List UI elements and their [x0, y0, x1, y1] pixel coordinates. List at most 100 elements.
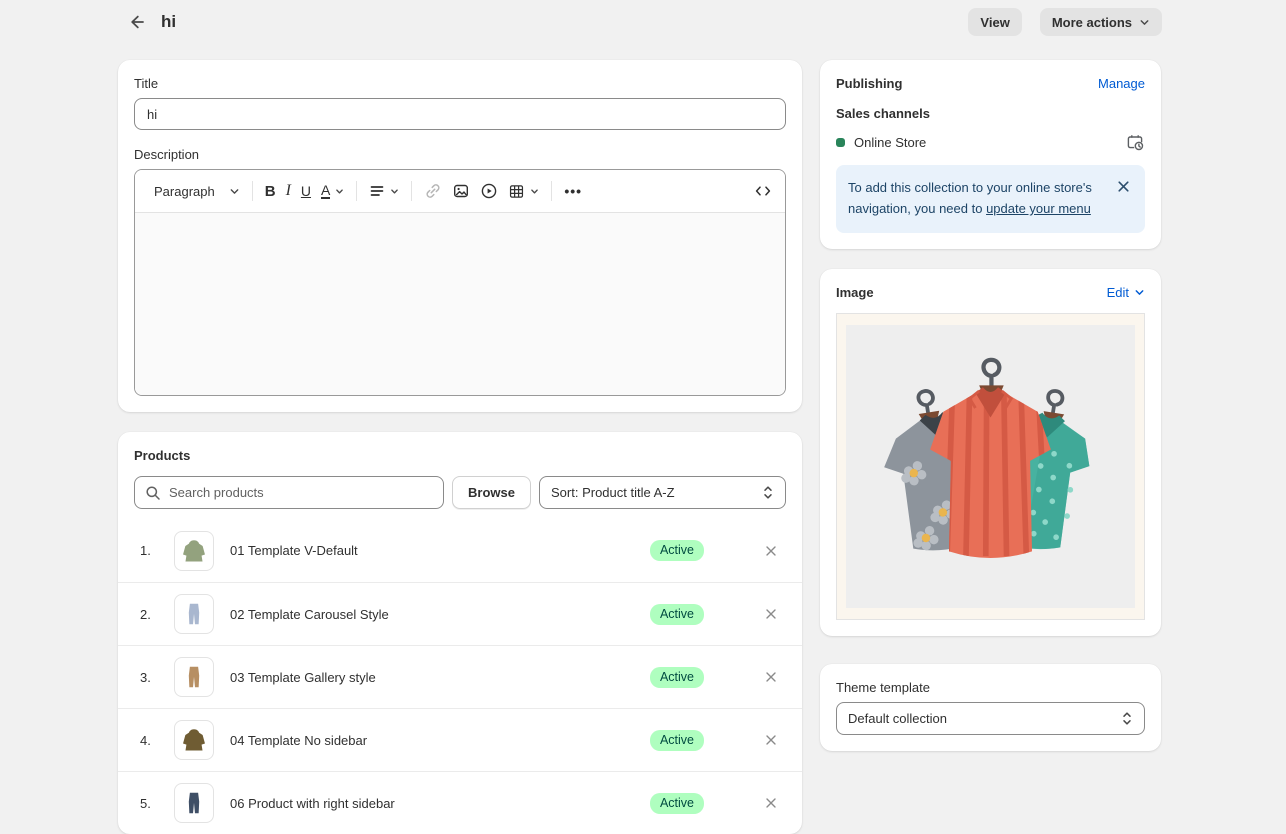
- jeans-icon: [181, 789, 207, 817]
- channel-row: Online Store: [836, 132, 1145, 152]
- link-icon: [424, 182, 442, 200]
- schedule-calendar-icon: [1125, 132, 1145, 152]
- status-badge: Active: [650, 730, 704, 751]
- channel-status-dot: [836, 138, 845, 147]
- publishing-title: Publishing: [836, 76, 902, 91]
- bold-button[interactable]: B: [260, 179, 281, 204]
- description-label: Description: [134, 147, 786, 162]
- remove-product-button[interactable]: [760, 603, 782, 625]
- view-button[interactable]: View: [968, 8, 1021, 36]
- search-icon: [145, 485, 161, 501]
- status-badge: Active: [650, 793, 704, 814]
- products-title: Products: [134, 448, 786, 463]
- remove-product-button[interactable]: [760, 792, 782, 814]
- remove-product-button[interactable]: [760, 666, 782, 688]
- product-thumbnail: [174, 657, 214, 697]
- sales-channels-label: Sales channels: [836, 106, 1145, 121]
- title-label: Title: [134, 76, 786, 91]
- chevron-down-icon: [229, 186, 240, 197]
- channel-name: Online Store: [854, 135, 926, 150]
- product-row: 2. 02 Template Carousel Style Active: [118, 582, 802, 645]
- more-actions-label: More actions: [1052, 15, 1132, 30]
- update-menu-link[interactable]: update your menu: [986, 201, 1091, 216]
- description-editor: Paragraph B I U A: [134, 169, 786, 396]
- edit-image-button[interactable]: Edit: [1107, 285, 1145, 300]
- image-icon: [452, 182, 470, 200]
- text-color-button[interactable]: A: [316, 179, 349, 204]
- insert-video-button[interactable]: [475, 178, 503, 204]
- remove-product-button[interactable]: [760, 729, 782, 751]
- alignment-button[interactable]: [364, 179, 404, 203]
- status-badge: Active: [650, 540, 704, 561]
- browse-button[interactable]: Browse: [452, 476, 531, 509]
- product-thumbnail: [174, 720, 214, 760]
- theme-template-select[interactable]: Default collection: [836, 702, 1145, 735]
- code-icon: [754, 182, 772, 200]
- chevron-down-icon: [335, 187, 344, 196]
- page-title: hi: [161, 12, 176, 32]
- details-card: Title Description Paragraph B I U: [118, 60, 802, 412]
- underline-button[interactable]: U: [296, 179, 316, 203]
- toolbar-divider: [411, 181, 412, 201]
- product-search: [134, 476, 444, 509]
- product-index: 4.: [140, 733, 158, 748]
- sort-select[interactable]: Sort: Product title A-Z: [539, 476, 786, 509]
- product-row: 4. 04 Template No sidebar Active: [118, 708, 802, 771]
- insert-image-button[interactable]: [447, 178, 475, 204]
- product-name[interactable]: 06 Product with right sidebar: [230, 796, 634, 811]
- paragraph-style-dropdown[interactable]: Paragraph: [149, 180, 245, 203]
- product-thumbnail: [174, 783, 214, 823]
- search-products-input[interactable]: [134, 476, 444, 509]
- editor-toolbar: Paragraph B I U A: [135, 170, 785, 212]
- chevron-down-icon: [530, 187, 539, 196]
- play-circle-icon: [480, 182, 498, 200]
- close-icon: [764, 544, 778, 558]
- sort-value: Sort: Product title A-Z: [551, 485, 675, 500]
- manage-link[interactable]: Manage: [1098, 76, 1145, 91]
- close-icon: [764, 670, 778, 684]
- more-actions-button[interactable]: More actions: [1040, 8, 1162, 36]
- remove-product-button[interactable]: [760, 540, 782, 562]
- link-button[interactable]: [419, 178, 447, 204]
- shirts-illustration: [846, 325, 1135, 608]
- product-name[interactable]: 04 Template No sidebar: [230, 733, 634, 748]
- hoodie-icon: [180, 726, 208, 754]
- product-name[interactable]: 03 Template Gallery style: [230, 670, 634, 685]
- align-icon: [369, 183, 385, 199]
- image-title: Image: [836, 285, 874, 300]
- theme-template-value: Default collection: [848, 711, 947, 726]
- title-input[interactable]: [134, 98, 786, 130]
- product-name[interactable]: 01 Template V-Default: [230, 543, 634, 558]
- banner-close-button[interactable]: [1114, 177, 1133, 196]
- jeans-icon: [181, 600, 207, 628]
- products-card: Products Browse Sort: Product title A-Z: [118, 432, 802, 834]
- pants-icon: [181, 663, 207, 691]
- product-name[interactable]: 02 Template Carousel Style: [230, 607, 634, 622]
- publishing-card: Publishing Manage Sales channels Online …: [820, 60, 1161, 249]
- more-formatting-button[interactable]: •••: [559, 179, 587, 203]
- info-banner: To add this collection to your online st…: [836, 165, 1145, 233]
- description-editor-body[interactable]: [135, 212, 785, 395]
- close-icon: [764, 796, 778, 810]
- product-index: 2.: [140, 607, 158, 622]
- updown-chevron-icon: [1121, 711, 1133, 726]
- show-html-button[interactable]: [749, 178, 777, 204]
- close-icon: [1116, 179, 1131, 194]
- product-row: 3. 03 Template Gallery style Active: [118, 645, 802, 708]
- page-header: hi View More actions: [0, 0, 1286, 44]
- image-card: Image Edit: [820, 269, 1161, 636]
- product-row: 1. 01 Template V-Default Active: [118, 519, 802, 582]
- italic-button[interactable]: I: [281, 178, 296, 204]
- close-icon: [764, 733, 778, 747]
- table-icon: [508, 183, 525, 200]
- close-icon: [764, 607, 778, 621]
- product-list: 1. 01 Template V-Default Active: [118, 519, 802, 834]
- product-index: 3.: [140, 670, 158, 685]
- back-button[interactable]: [124, 10, 148, 34]
- table-button[interactable]: [503, 179, 544, 204]
- product-index: 1.: [140, 543, 158, 558]
- collection-image: [836, 313, 1145, 620]
- toolbar-divider: [252, 181, 253, 201]
- back-arrow-icon: [126, 12, 146, 32]
- chevron-down-icon: [1139, 17, 1150, 28]
